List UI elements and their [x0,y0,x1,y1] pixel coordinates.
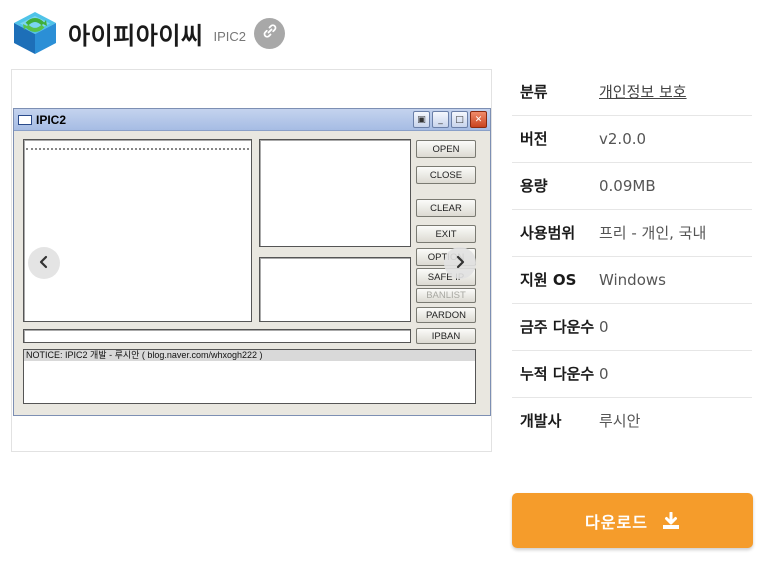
open-button: OPEN [416,140,476,158]
carousel-prev-button[interactable] [28,247,60,279]
info-row-total-downloads: 누적 다운수 0 [512,351,752,398]
info-value: 프리 - 개인, 국내 [599,224,707,242]
category-link[interactable]: 개인정보 보호 [599,80,687,105]
input-bar [23,329,411,343]
info-label: 용량 [520,177,548,195]
download-label: 다운로드 [585,512,648,532]
link-icon [262,23,278,43]
window-app-icon [18,114,32,125]
notice-text: NOTICE: IPIC2 개발 - 루시안 ( blog.naver.com/… [24,350,475,361]
link-button[interactable] [254,17,285,49]
app-logo-cube-icon [10,8,60,58]
info-value: v2.0.0 [599,130,647,148]
info-label: 사용범위 [520,224,576,242]
window-minimize-icon: _ [432,111,449,128]
info-value: 0 [599,365,609,383]
close-button: CLOSE [416,166,476,184]
download-icon [662,511,680,530]
info-row-os: 지원 OS Windows [512,257,752,304]
clear-button: CLEAR [416,199,476,217]
app-header: 아이피아이씨 IPIC2 [10,8,285,58]
info-value: 루시안 [599,412,641,430]
window-close-icon: ✕ [470,111,487,128]
top-right-pane [259,139,411,247]
info-row-size: 용량 0.09MB [512,163,752,210]
carousel-next-button[interactable] [444,247,476,279]
bottom-right-pane [259,257,411,322]
info-label: 누적 다운수 [520,365,595,383]
info-row-weekly-downloads: 금주 다운수 0 [512,304,752,351]
chevron-left-icon [37,254,51,273]
notice-log: NOTICE: IPIC2 개발 - 루시안 ( blog.naver.com/… [23,349,476,404]
window-maximize-icon: □ [451,111,468,128]
info-label: 지원 OS [520,271,577,289]
chevron-right-icon [453,254,467,273]
info-row-category: 분류 개인정보 보호 [512,69,752,116]
download-button[interactable]: 다운로드 [512,493,753,548]
pardon-button: PARDON [416,307,476,323]
info-row-developer: 개발사 루시안 [512,398,752,445]
list-pane [23,139,252,322]
app-window-screenshot: IPIC2 ▣ _ □ ✕ OPEN CLOSE CLEAR EXIT OPTI… [13,108,491,416]
window-titlebar: IPIC2 ▣ _ □ ✕ [14,109,490,131]
exit-button: EXIT [416,225,476,243]
app-subtitle: IPIC2 [213,28,246,44]
info-row-license: 사용범위 프리 - 개인, 국내 [512,210,752,257]
banlist-button: BANLIST [416,288,476,303]
window-title: IPIC2 [36,112,67,127]
info-label: 금주 다운수 [520,318,595,336]
info-row-version: 버전 v2.0.0 [512,116,752,163]
info-value: Windows [599,271,666,289]
info-table: 분류 개인정보 보호 버전 v2.0.0 용량 0.09MB 사용범위 프리 -… [512,69,752,445]
info-value: 0.09MB [599,177,656,195]
ipban-button: IPBAN [416,328,476,344]
window-restore-icon: ▣ [413,111,430,128]
info-label: 버전 [520,130,548,148]
info-value: 0 [599,318,609,336]
info-label: 개발사 [520,412,562,430]
app-title: 아이피아이씨 [68,21,204,50]
screenshot-carousel: IPIC2 ▣ _ □ ✕ OPEN CLOSE CLEAR EXIT OPTI… [11,69,492,452]
info-label: 분류 [520,83,548,101]
